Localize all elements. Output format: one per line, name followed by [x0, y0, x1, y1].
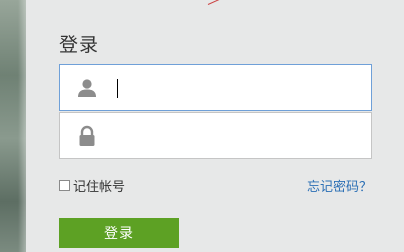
remember-account[interactable]: 记住帐号 — [59, 176, 125, 195]
password-input[interactable] — [117, 121, 361, 152]
login-button[interactable]: 登录 — [59, 218, 179, 248]
username-input[interactable] — [117, 73, 361, 104]
password-field[interactable] — [59, 112, 372, 159]
remember-label: 记住帐号 — [73, 180, 126, 195]
lock-icon — [76, 125, 98, 147]
decorative-line — [207, 0, 242, 5]
forgot-password-link[interactable]: 忘记密码？ — [307, 176, 372, 195]
username-field[interactable] — [59, 64, 372, 111]
user-icon — [76, 77, 98, 99]
login-title: 登录 — [59, 34, 100, 56]
remember-checkbox[interactable] — [59, 180, 70, 191]
background-image-strip — [0, 0, 26, 252]
